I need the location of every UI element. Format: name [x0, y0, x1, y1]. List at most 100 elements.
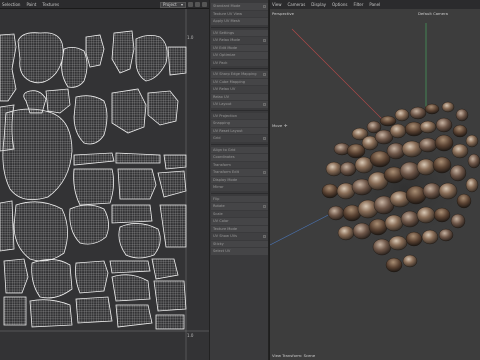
list-item[interactable]: Relax UV — [211, 93, 268, 100]
list-item[interactable]: Display Mode — [211, 176, 268, 183]
menu-panel[interactable]: Panel — [369, 2, 380, 7]
list-item[interactable]: UV Relax Mode — [211, 37, 268, 44]
list-item[interactable]: Flip — [211, 195, 268, 202]
rock — [416, 158, 436, 176]
list-item[interactable]: UV Projection — [211, 112, 268, 119]
menu-view[interactable]: View — [272, 2, 282, 7]
viewport-menubar: View Cameras Display Options Filter Pane… — [270, 0, 480, 9]
toggle-checkbox[interactable] — [263, 102, 266, 106]
list-divider — [211, 192, 268, 194]
camera-name-label[interactable]: Default Camera — [418, 11, 448, 16]
list-item-label: Scale — [213, 211, 223, 216]
list-item-label: Sticky — [213, 241, 224, 246]
menu-selection[interactable]: Selection — [2, 2, 20, 7]
rock — [421, 229, 439, 245]
list-item-label: Mirror — [213, 185, 224, 190]
viewport-status: View Transform: Scene — [272, 353, 316, 358]
menu-paint[interactable]: Paint — [26, 2, 36, 7]
rock — [399, 161, 421, 181]
link-icon[interactable] — [195, 2, 200, 7]
toggle-checkbox[interactable] — [263, 72, 266, 76]
rock — [394, 108, 410, 122]
list-item[interactable]: Coordinates — [211, 154, 268, 161]
list-item[interactable]: UV Show UVs — [211, 233, 268, 240]
rock — [452, 124, 468, 138]
list-item[interactable]: UV Optimize — [211, 52, 268, 59]
toggle-checkbox[interactable] — [263, 204, 266, 208]
menu-cameras[interactable]: Cameras — [288, 2, 306, 7]
uv-island — [111, 88, 147, 134]
list-item[interactable]: Scale — [211, 210, 268, 217]
grid-icon[interactable] — [188, 2, 193, 7]
list-item[interactable]: UV Relax UV — [211, 86, 268, 93]
list-item-label: UV Layout — [213, 102, 232, 107]
list-item[interactable]: Grid — [211, 135, 268, 142]
rock — [400, 210, 420, 228]
uv-island — [69, 204, 109, 245]
menu-filter[interactable]: Filter — [353, 2, 363, 7]
rock — [405, 185, 427, 205]
list-item[interactable]: UV Layout — [211, 101, 268, 108]
toggle-checkbox[interactable] — [263, 136, 266, 140]
menu-options[interactable]: Options — [332, 2, 347, 7]
list-item[interactable]: Texture Mode — [211, 225, 268, 232]
uv-island — [2, 108, 73, 201]
rock — [419, 120, 437, 134]
uv-island — [45, 88, 71, 114]
uv-island — [111, 30, 135, 74]
list-item[interactable]: UV Settings — [211, 29, 268, 36]
toggle-checkbox[interactable] — [263, 4, 266, 8]
list-item[interactable]: Transform Edit — [211, 169, 268, 176]
toggle-checkbox[interactable] — [263, 170, 266, 174]
list-item-label: Rotate — [213, 204, 225, 209]
settings-icon[interactable] — [202, 2, 207, 7]
list-item-label: UV Edit Mode — [213, 45, 238, 50]
uv-canvas[interactable]: 1.0 1.0 — [0, 9, 209, 360]
rock — [346, 143, 366, 159]
axis-label: Move — [272, 123, 283, 128]
list-item[interactable]: UV Sharp Edge Mapping — [211, 71, 268, 78]
uv-island — [29, 299, 73, 328]
list-item[interactable]: UV Edit Mode — [211, 44, 268, 51]
list-item[interactable]: Texture UV View — [211, 10, 268, 17]
uv-projection-dropdown[interactable]: Project ▾ — [160, 1, 186, 8]
list-item[interactable]: UV Pack — [211, 59, 268, 66]
rock — [434, 134, 454, 152]
menu-display[interactable]: Display — [311, 2, 326, 7]
uv-island — [147, 90, 179, 126]
uv-island — [17, 32, 64, 84]
uv-editor-panel: Selection Paint Textures Project ▾ 1.0 1… — [0, 0, 209, 360]
list-item-label: UV Reset Layout — [213, 128, 243, 133]
list-item[interactable]: UV Reset Layout — [211, 127, 268, 134]
move-gizmo-icon[interactable]: ✛ — [284, 123, 287, 128]
list-item-label: UV Cube Mapping — [213, 79, 246, 84]
list-item[interactable]: Standard Mode — [211, 3, 268, 10]
list-item[interactable]: Snapping — [211, 120, 268, 127]
list-item[interactable]: Sticky — [211, 240, 268, 247]
rock — [455, 108, 469, 122]
list-item[interactable]: Mirror — [211, 184, 268, 191]
uv-island — [61, 47, 88, 88]
list-item[interactable]: UV Color — [211, 218, 268, 225]
list-item[interactable]: Rotate — [211, 203, 268, 210]
list-item[interactable]: UV Cube Mapping — [211, 78, 268, 85]
viewport-canvas[interactable]: Perspective Default Camera Move ✛ View T… — [270, 9, 480, 360]
list-item[interactable]: Apply UV Mesh — [211, 18, 268, 25]
list-item-label: UV Pack — [213, 60, 228, 65]
rock — [424, 103, 440, 115]
rock — [369, 150, 391, 168]
uv-island — [155, 314, 185, 330]
list-item[interactable]: Select UV — [211, 248, 268, 255]
uv-island — [0, 33, 17, 102]
menu-textures[interactable]: Textures — [42, 2, 59, 7]
uv-island — [117, 168, 157, 200]
uv-island — [167, 46, 187, 76]
toggle-checkbox[interactable] — [263, 234, 266, 238]
list-item[interactable]: Align to Grid — [211, 146, 268, 153]
camera-mode-label[interactable]: Perspective — [272, 11, 295, 16]
toggle-checkbox[interactable] — [263, 38, 266, 42]
list-item[interactable]: Transform — [211, 161, 268, 168]
uv-island — [118, 223, 161, 259]
list-item-label: UV Sharp Edge Mapping — [213, 72, 257, 77]
list-divider — [211, 26, 268, 28]
